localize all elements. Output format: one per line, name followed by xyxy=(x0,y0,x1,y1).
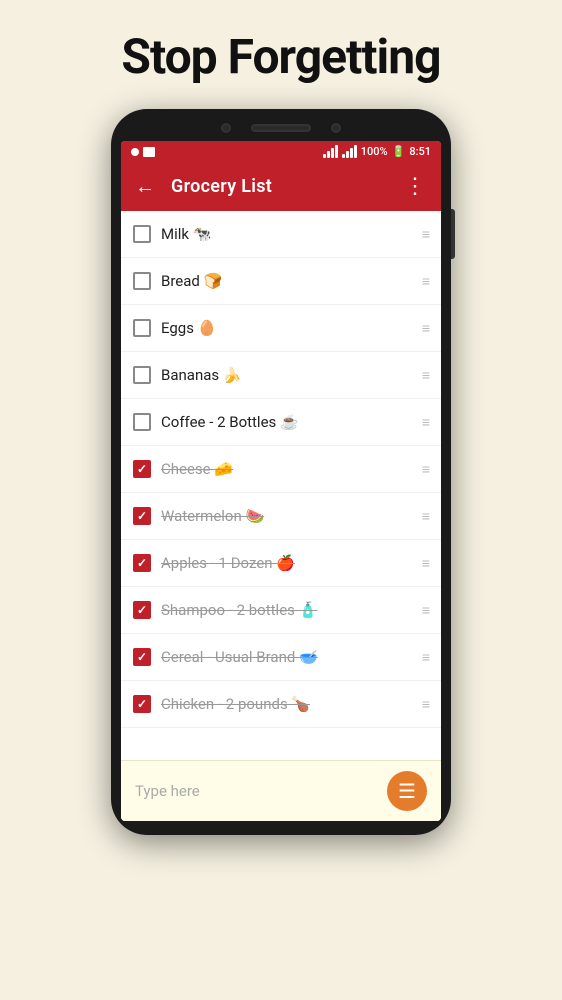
item-label: Bananas 🍌 xyxy=(161,366,412,384)
status-bar: 100% 🔋 8:51 xyxy=(121,141,441,162)
item-label: Cereal - Usual Brand 🥣 xyxy=(161,648,412,666)
item-checkbox[interactable] xyxy=(133,648,151,666)
drag-handle-icon[interactable]: ≡ xyxy=(422,367,429,384)
wifi-icon xyxy=(323,146,338,158)
drag-handle-icon[interactable]: ≡ xyxy=(422,414,429,431)
item-checkbox[interactable] xyxy=(133,601,151,619)
page-headline: Stop Forgetting xyxy=(121,28,440,85)
drag-handle-icon[interactable]: ≡ xyxy=(422,320,429,337)
drag-handle-icon[interactable]: ≡ xyxy=(422,273,429,290)
item-label: Chicken - 2 pounds 🍗 xyxy=(161,695,412,713)
battery-icon: 🔋 xyxy=(392,145,406,158)
app-toolbar: ← Grocery List ⋮ xyxy=(121,162,441,211)
drag-handle-icon[interactable]: ≡ xyxy=(422,649,429,666)
phone-top-bar xyxy=(121,123,441,133)
phone-frame: 100% 🔋 8:51 ← Grocery List ⋮ Milk 🐄≡Brea… xyxy=(111,109,451,835)
list-item: Bread 🍞 ≡ xyxy=(121,258,441,305)
status-right: 100% 🔋 8:51 xyxy=(323,145,431,158)
drag-handle-icon[interactable]: ≡ xyxy=(422,508,429,525)
sensor xyxy=(331,123,341,133)
item-checkbox[interactable] xyxy=(133,554,151,572)
item-label: Apples - 1 Dozen 🍎 xyxy=(161,554,412,572)
drag-handle-icon[interactable]: ≡ xyxy=(422,226,429,243)
list-item: Eggs 🥚 ≡ xyxy=(121,305,441,352)
drag-handle-icon[interactable]: ≡ xyxy=(422,696,429,713)
item-label: Coffee - 2 Bottles ☕ xyxy=(161,413,412,431)
drag-handle-icon[interactable]: ≡ xyxy=(422,602,429,619)
sim-icon xyxy=(143,147,155,157)
item-label: Cheese 🧀 xyxy=(161,460,412,478)
grocery-list: Milk 🐄≡Bread 🍞≡Eggs 🥚≡Bananas 🍌≡Coffee -… xyxy=(121,211,441,760)
status-left xyxy=(131,147,155,157)
list-item: Chicken - 2 pounds 🍗 ≡ xyxy=(121,681,441,728)
clock: 8:51 xyxy=(409,145,431,158)
list-item: Apples - 1 Dozen 🍎 ≡ xyxy=(121,540,441,587)
item-checkbox[interactable] xyxy=(133,413,151,431)
add-item-button[interactable]: ☰ xyxy=(387,771,427,811)
battery-percentage: 100% xyxy=(361,145,388,158)
item-checkbox[interactable] xyxy=(133,507,151,525)
item-checkbox[interactable] xyxy=(133,695,151,713)
recording-indicator xyxy=(131,148,139,156)
item-label: Eggs 🥚 xyxy=(161,319,412,337)
speaker xyxy=(251,124,311,132)
phone-screen: 100% 🔋 8:51 ← Grocery List ⋮ Milk 🐄≡Brea… xyxy=(121,141,441,821)
item-label: Watermelon 🍉 xyxy=(161,507,412,525)
list-item: Milk 🐄 ≡ xyxy=(121,211,441,258)
item-label: Shampoo - 2 bottles 🧴 xyxy=(161,601,412,619)
type-input[interactable]: Type here xyxy=(135,782,387,800)
list-item: Bananas 🍌 ≡ xyxy=(121,352,441,399)
item-checkbox[interactable] xyxy=(133,272,151,290)
item-label: Milk 🐄 xyxy=(161,225,412,243)
list-item: Shampoo - 2 bottles 🧴 ≡ xyxy=(121,587,441,634)
list-item: Coffee - 2 Bottles ☕ ≡ xyxy=(121,399,441,446)
back-button[interactable]: ← xyxy=(135,174,155,199)
signal-icon xyxy=(342,146,357,158)
list-item: Watermelon 🍉 ≡ xyxy=(121,493,441,540)
item-checkbox[interactable] xyxy=(133,366,151,384)
item-label: Bread 🍞 xyxy=(161,272,412,290)
add-icon: ☰ xyxy=(398,779,416,803)
volume-button xyxy=(451,209,455,259)
bottom-bar: Type here ☰ xyxy=(121,760,441,821)
item-checkbox[interactable] xyxy=(133,319,151,337)
drag-handle-icon[interactable]: ≡ xyxy=(422,461,429,478)
item-checkbox[interactable] xyxy=(133,460,151,478)
list-item: Cereal - Usual Brand 🥣 ≡ xyxy=(121,634,441,681)
more-button[interactable]: ⋮ xyxy=(404,174,427,199)
item-checkbox[interactable] xyxy=(133,225,151,243)
list-item: Cheese 🧀 ≡ xyxy=(121,446,441,493)
front-camera xyxy=(221,123,231,133)
toolbar-title: Grocery List xyxy=(171,176,404,197)
drag-handle-icon[interactable]: ≡ xyxy=(422,555,429,572)
